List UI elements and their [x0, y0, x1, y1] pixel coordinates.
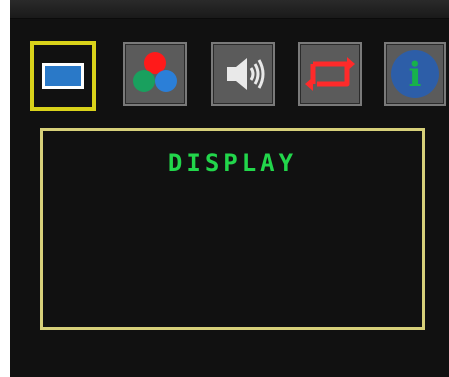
- tab-repeat[interactable]: [298, 42, 362, 106]
- info-icon-letter: i: [409, 55, 422, 95]
- display-icon: [41, 58, 85, 94]
- color-balls-icon: [127, 46, 183, 102]
- tab-color[interactable]: [123, 42, 187, 106]
- osd-screen: i DISPLAY: [10, 0, 449, 377]
- speaker-icon: [217, 48, 269, 100]
- tab-display[interactable]: [30, 41, 96, 111]
- tab-sound[interactable]: [211, 42, 275, 106]
- tab-information[interactable]: i: [384, 42, 446, 106]
- repeat-icon: [303, 47, 357, 101]
- osd-tab-row: i: [28, 41, 448, 118]
- menu-panel: DISPLAY: [40, 128, 425, 330]
- menu-title: DISPLAY: [167, 149, 298, 177]
- info-icon: i: [387, 46, 443, 102]
